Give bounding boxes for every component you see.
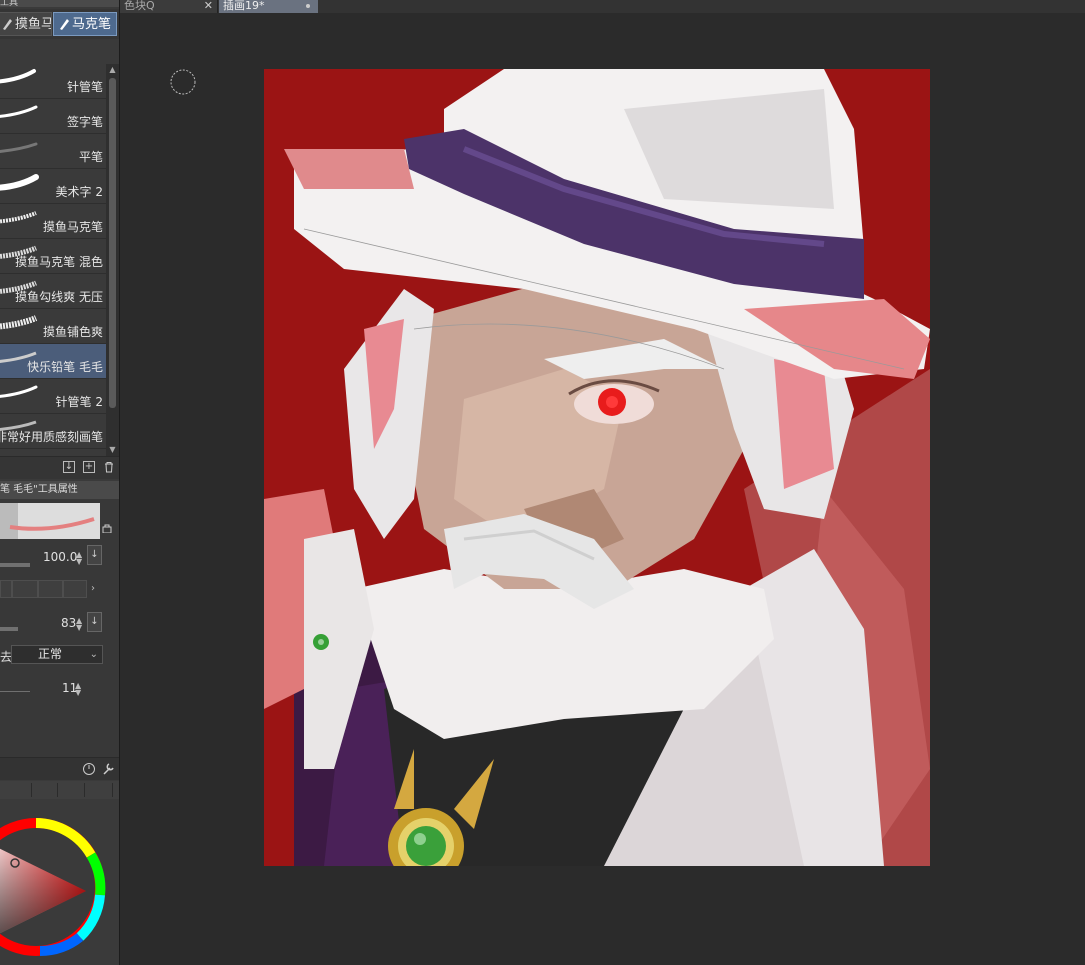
- size-pressure-button[interactable]: ↓: [87, 545, 102, 565]
- brush-label: 摸鱼铺色爽: [42, 325, 103, 339]
- brush-label: 针管笔: [66, 80, 103, 94]
- wrench-icon[interactable]: [101, 762, 115, 776]
- brush-stroke-preview: [0, 174, 39, 191]
- brush-label: 签字笔: [66, 115, 103, 129]
- chevron-down-icon: ⌄: [89, 649, 98, 660]
- subtab-marker[interactable]: 马克笔: [53, 12, 117, 36]
- blend-mode-select[interactable]: 正常 ⌄: [11, 645, 103, 664]
- subtab-label: 摸鱼马: [15, 17, 52, 32]
- brush-stroke-preview: [0, 69, 36, 84]
- segment-2[interactable]: [12, 580, 38, 598]
- brush-label: 摸鱼勾线爽 无压: [15, 290, 103, 304]
- close-icon[interactable]: ✕: [204, 0, 213, 11]
- lock-icon[interactable]: [102, 523, 112, 533]
- brush-item[interactable]: 摸鱼铺色爽: [0, 309, 106, 344]
- scroll-down-icon[interactable]: ▼: [106, 444, 119, 456]
- opacity-value[interactable]: 83: [61, 616, 76, 630]
- color-tabs: [0, 781, 119, 799]
- opacity-pressure-button[interactable]: ↓: [87, 612, 102, 632]
- scrollbar-thumb[interactable]: [109, 78, 116, 408]
- brush-label: 非常好用质感刻画笔: [0, 430, 103, 444]
- brush-stroke-preview: [0, 142, 38, 153]
- subtab-fishing[interactable]: 摸鱼马: [0, 12, 52, 36]
- tool-property-panel: 100.0 ▲ ▼ ↓ › 83 ▲ ▼ ↓ 去 正常 ⌄ 11 ▲ ▼: [0, 499, 119, 759]
- pen-icon: [3, 19, 12, 30]
- panel-title: 工具: [0, 0, 119, 7]
- canvas-workspace[interactable]: [120, 13, 1085, 965]
- doc-tab-label: 色块Q: [124, 0, 155, 12]
- marker-icon: [60, 19, 69, 30]
- brush-item[interactable]: 摸鱼马克笔: [0, 204, 106, 239]
- brush-label: 美术字 2: [55, 185, 103, 199]
- brush-item[interactable]: 平笔: [0, 134, 106, 169]
- canvas-artwork[interactable]: [264, 69, 930, 866]
- settings-dial-icon[interactable]: [82, 762, 96, 776]
- color-history-tab[interactable]: [88, 783, 113, 797]
- segment-1[interactable]: [0, 580, 12, 598]
- brush-cursor-icon: [170, 69, 196, 95]
- tool-panel: 工具 摸鱼马 马克笔 针管笔 签字笔 平笔 美术字 2 摸鱼马克笔 摸鱼马克笔 …: [0, 0, 120, 965]
- brush-item[interactable]: 摸鱼马克笔 混色: [0, 239, 106, 274]
- opacity-spinner-icon[interactable]: ▲ ▼: [76, 617, 82, 632]
- segment-4[interactable]: [63, 580, 87, 598]
- brush-item[interactable]: 摸鱼勾线爽 无压: [0, 274, 106, 309]
- import-icon[interactable]: ↓: [63, 461, 75, 473]
- doc-tab-illustration[interactable]: 插画19*: [219, 0, 318, 13]
- color-wheel-panel: [0, 799, 119, 965]
- sub-tool-tabbar: 摸鱼马 马克笔: [0, 9, 119, 39]
- intermediate-color-tab[interactable]: [60, 783, 85, 797]
- scroll-up-icon[interactable]: ▲: [106, 64, 119, 76]
- brush-item-selected[interactable]: 快乐铅笔 毛毛: [0, 344, 106, 379]
- brush-list: 针管笔 签字笔 平笔 美术字 2 摸鱼马克笔 摸鱼马克笔 混色 摸鱼勾线爽 无压: [0, 64, 106, 456]
- brush-list-scrollbar[interactable]: ▲ ▼: [106, 64, 119, 456]
- subtab-label: 马克笔: [72, 17, 112, 32]
- property-toolbar: [0, 757, 119, 780]
- brush-item[interactable]: 非常好用质感刻画笔: [0, 414, 106, 449]
- blend-mode-value: 正常: [38, 647, 63, 661]
- size-spinner-icon[interactable]: ▲ ▼: [76, 551, 82, 566]
- density-slider[interactable]: [0, 691, 30, 692]
- brush-item[interactable]: 针管笔 2: [0, 379, 106, 414]
- brush-list-footer: ↓ +: [0, 456, 119, 479]
- color-set-tab[interactable]: [33, 783, 58, 797]
- brush-stroke-preview: [0, 315, 38, 330]
- brush-stroke-preview: [0, 105, 38, 118]
- brush-label: 摸鱼马克笔: [42, 220, 103, 234]
- doc-tab-label: 插画19*: [223, 0, 265, 12]
- density-spinner-icon[interactable]: ▲ ▼: [75, 682, 81, 697]
- brush-stroke-preview: [0, 211, 37, 224]
- brush-stroke-preview: [0, 385, 38, 398]
- brush-label: 平笔: [78, 150, 103, 164]
- brush-label: 快乐铅笔 毛毛: [27, 360, 103, 374]
- size-slider[interactable]: [0, 563, 30, 567]
- doc-tab-color-block[interactable]: 色块Q ✕: [120, 0, 218, 13]
- segment-3[interactable]: [38, 580, 63, 598]
- brush-item[interactable]: 针管笔: [0, 64, 106, 99]
- brush-item[interactable]: 签字笔: [0, 99, 106, 134]
- opacity-slider[interactable]: [0, 627, 18, 631]
- brush-label: 针管笔 2: [55, 395, 103, 409]
- color-wheel-tab[interactable]: [7, 783, 32, 797]
- document-tab-bar: 色块Q ✕ 插画19*: [120, 0, 1085, 13]
- brush-item[interactable]: 美术字 2: [0, 169, 106, 204]
- brush-preview: [0, 503, 100, 539]
- tool-property-header: 笔 毛毛"工具属性: [0, 481, 119, 499]
- brush-label: 摸鱼马克笔 混色: [15, 255, 103, 269]
- trash-icon[interactable]: [103, 461, 115, 473]
- size-value[interactable]: 100.0: [43, 550, 77, 564]
- duplicate-icon[interactable]: +: [83, 461, 95, 473]
- color-wheel[interactable]: [0, 799, 119, 965]
- chevron-right-icon[interactable]: ›: [91, 584, 95, 594]
- unsaved-dot-icon: [306, 4, 310, 8]
